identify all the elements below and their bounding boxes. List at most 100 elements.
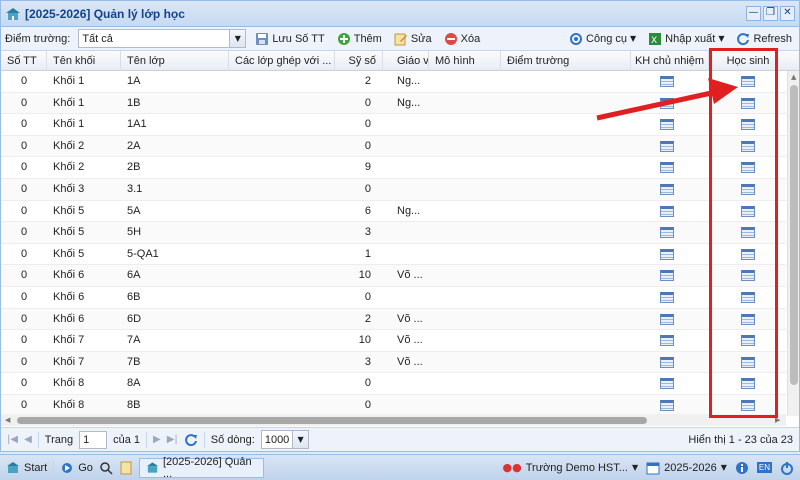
table-row[interactable]: 0 Khối 2 2B 9 bbox=[1, 157, 786, 179]
column-header-grade[interactable]: Tên khối bbox=[47, 51, 121, 71]
cell-grade: Khối 7 bbox=[53, 334, 85, 347]
table-row[interactable]: 0 Khối 1 1A 2 Ng... bbox=[1, 71, 786, 93]
tools-icon bbox=[570, 32, 583, 45]
column-header-class[interactable]: Tên lớp bbox=[121, 51, 229, 71]
homeroom-plan-icon[interactable] bbox=[660, 248, 674, 260]
delete-button[interactable]: Xóa bbox=[441, 29, 484, 49]
column-header-size[interactable]: Sỹ số bbox=[335, 51, 383, 71]
homeroom-plan-icon[interactable] bbox=[660, 400, 674, 411]
prev-page-icon[interactable]: ◀ bbox=[24, 434, 32, 445]
school-switcher[interactable]: ●● Trường Demo HST... ▼ bbox=[503, 461, 639, 474]
start-button[interactable]: Start bbox=[6, 461, 47, 475]
column-header-stt[interactable]: Số TT bbox=[1, 51, 47, 71]
separator bbox=[146, 431, 148, 448]
chevron-down-icon[interactable]: ▼ bbox=[292, 431, 308, 448]
table-row[interactable]: 0 Khối 3 3.1 0 bbox=[1, 179, 786, 201]
page-total-label: của 1 bbox=[113, 433, 141, 446]
school-icon bbox=[146, 461, 159, 473]
column-header-merged-classes[interactable]: Các lớp ghép với ... bbox=[229, 51, 335, 71]
cell-model bbox=[435, 330, 499, 351]
tools-menu-button[interactable]: Công cụ ▼ bbox=[566, 29, 639, 49]
add-button[interactable]: Thêm bbox=[334, 29, 385, 49]
page-input[interactable]: 1 bbox=[79, 430, 108, 449]
reload-icon[interactable] bbox=[184, 433, 198, 447]
plus-icon bbox=[337, 32, 350, 45]
minimize-button[interactable]: — bbox=[746, 6, 761, 21]
school-switcher-label: Trường Demo HST... bbox=[525, 461, 628, 474]
cell-merged-classes bbox=[235, 330, 333, 351]
table-row[interactable]: 0 Khối 6 6A 10 Võ ... bbox=[1, 265, 786, 287]
power-icon[interactable] bbox=[780, 461, 794, 475]
table-row[interactable]: 0 Khối 8 8A 0 bbox=[1, 373, 786, 395]
window-titlebar[interactable]: [2025-2026] Quản lý lớp học — ❐ ✕ bbox=[1, 1, 799, 27]
year-switcher[interactable]: 2025-2026 ▼ bbox=[646, 461, 727, 475]
document-icon[interactable] bbox=[119, 461, 133, 475]
cell-stt: 0 bbox=[20, 247, 28, 260]
homeroom-plan-icon[interactable] bbox=[660, 76, 674, 87]
vertical-scroll-thumb[interactable] bbox=[790, 85, 798, 385]
homeroom-plan-icon[interactable] bbox=[660, 184, 674, 195]
homeroom-plan-icon[interactable] bbox=[660, 97, 674, 109]
language-icon[interactable]: EN bbox=[756, 462, 772, 473]
vertical-scrollbar[interactable]: ▲ bbox=[787, 71, 799, 416]
table-row[interactable]: 0 Khối 5 5H 3 bbox=[1, 222, 786, 244]
taskbar-window-class-management[interactable]: [2025-2026] Quản ... bbox=[138, 455, 264, 480]
search-icon[interactable] bbox=[99, 461, 113, 475]
cell-model bbox=[435, 136, 499, 157]
column-header-teacher[interactable]: Giáo vi bbox=[383, 51, 429, 71]
next-page-icon[interactable]: ▶ bbox=[153, 434, 161, 445]
scroll-up-icon[interactable]: ▲ bbox=[791, 73, 796, 81]
taskbar-window-label: [2025-2026] Quản ... bbox=[162, 455, 252, 480]
column-header-homeroom-plan[interactable]: KH chủ nhiệm bbox=[631, 51, 709, 71]
close-button[interactable]: ✕ bbox=[780, 6, 795, 21]
homeroom-plan-icon[interactable] bbox=[660, 119, 674, 131]
table-row[interactable]: 0 Khối 2 2A 0 bbox=[1, 135, 786, 158]
homeroom-plan-icon[interactable] bbox=[660, 313, 674, 325]
save-order-button[interactable]: Lưu Số TT bbox=[252, 29, 327, 49]
table-row[interactable]: 0 Khối 5 5A 6 Ng... bbox=[1, 201, 786, 223]
table-row[interactable]: 0 Khối 7 7B 3 Võ ... bbox=[1, 351, 786, 374]
refresh-button[interactable]: Refresh bbox=[733, 29, 795, 49]
rows-per-page-select[interactable]: 1000 ▼ bbox=[260, 430, 309, 449]
column-header-school-site[interactable]: Điểm trường bbox=[501, 51, 631, 71]
go-button[interactable]: Go bbox=[60, 461, 93, 475]
maximize-button[interactable]: ❐ bbox=[763, 6, 778, 21]
homeroom-plan-icon[interactable] bbox=[660, 227, 674, 239]
table-row[interactable]: 0 Khối 6 6B 0 bbox=[1, 287, 786, 309]
cell-teacher bbox=[397, 157, 429, 178]
homeroom-plan-icon[interactable] bbox=[660, 292, 674, 303]
save-icon bbox=[256, 32, 269, 45]
school-filter-select[interactable]: Tất cả ▼ bbox=[78, 29, 247, 48]
last-page-icon[interactable]: ▶| bbox=[167, 434, 178, 445]
table-row[interactable]: 0 Khối 5 5-QA1 1 bbox=[1, 244, 786, 266]
cell-class: 5H bbox=[127, 226, 142, 239]
first-page-icon[interactable]: |◀ bbox=[7, 434, 18, 445]
cell-model bbox=[435, 373, 499, 394]
homeroom-plan-icon[interactable] bbox=[660, 356, 674, 368]
horizontal-scrollbar[interactable]: ◀ ▶ bbox=[1, 414, 786, 426]
caret-down-icon: ▼ bbox=[631, 463, 639, 472]
cell-school-site bbox=[507, 93, 627, 114]
homeroom-plan-icon[interactable] bbox=[660, 140, 674, 152]
chevron-down-icon[interactable]: ▼ bbox=[229, 30, 246, 47]
scroll-left-icon[interactable]: ◀ bbox=[5, 416, 10, 424]
column-header-model[interactable]: Mô hình bbox=[429, 51, 501, 71]
table-row[interactable]: 0 Khối 1 1A1 0 bbox=[1, 114, 786, 136]
homeroom-plan-icon[interactable] bbox=[660, 335, 674, 347]
homeroom-plan-icon[interactable] bbox=[660, 378, 674, 390]
homeroom-plan-icon[interactable] bbox=[660, 270, 674, 282]
table-row[interactable]: 0 Khối 6 6D 2 Võ ... bbox=[1, 308, 786, 331]
table-row[interactable]: 0 Khối 7 7A 10 Võ ... bbox=[1, 330, 786, 352]
horizontal-scroll-thumb[interactable] bbox=[17, 417, 647, 424]
edit-button[interactable]: Sửa bbox=[391, 29, 435, 49]
cell-size: 1 bbox=[364, 247, 371, 260]
table-row[interactable]: 0 Khối 1 1B 0 Ng... bbox=[1, 92, 786, 115]
homeroom-plan-icon[interactable] bbox=[660, 205, 674, 217]
cell-size: 0 bbox=[364, 96, 371, 109]
table-row[interactable]: 0 Khối 8 8B 0 bbox=[1, 395, 786, 416]
homeroom-plan-icon[interactable] bbox=[660, 162, 674, 174]
info-icon[interactable] bbox=[735, 461, 749, 475]
cell-school-site bbox=[507, 287, 627, 308]
import-export-menu-button[interactable]: X Nhập xuất ▼ bbox=[645, 29, 727, 49]
taskbar: Start Go [2025-2026] Quản ... ●● Trường … bbox=[0, 454, 800, 480]
